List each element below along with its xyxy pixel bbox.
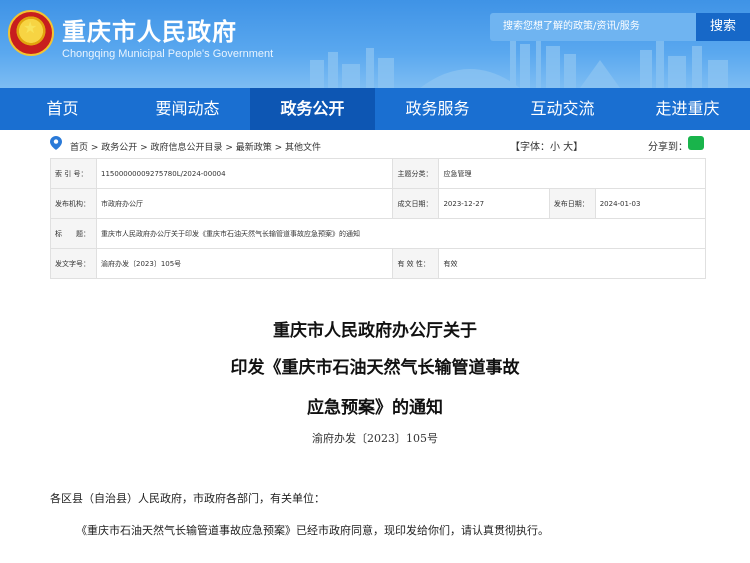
nav-about-chongqing[interactable]: 走进重庆: [625, 88, 750, 130]
validity-value: 有效: [438, 248, 706, 279]
search-input[interactable]: 搜索您想了解的政策/资讯/服务: [490, 13, 696, 41]
document-title-line-3: 应急预案》的通知: [307, 398, 443, 418]
topic-value: 应急管理: [438, 158, 706, 189]
nav-interaction[interactable]: 互动交流: [500, 88, 625, 130]
body-paragraph: 《重庆市石油天然气长输管道事故应急预案》已经市政府同意，现印发给你们，请认真贯彻…: [76, 524, 549, 537]
document-number-label: 发文字号：: [50, 248, 97, 279]
breadcrumb[interactable]: 首页 > 政务公开 > 政府信息公开目录 > 最新政策 > 其他文件: [70, 140, 321, 153]
wechat-share-icon[interactable]: [688, 136, 704, 150]
issuer-label: 发布机构：: [50, 188, 97, 219]
main-nav: 首页 要闻动态 政务公开 政务服务 互动交流 走进重庆: [0, 88, 750, 130]
site-subtitle: Chongqing Municipal People's Government: [62, 48, 274, 60]
breadcrumb-bar: 首页 > 政务公开 > 政府信息公开目录 > 最新政策 > 其他文件 【字体：小…: [50, 136, 706, 154]
title-value: 重庆市人民政府办公厅关于印发《重庆市石油天然气长输管道事故应急预案》的通知: [96, 218, 706, 249]
site-header: ★ 重庆市人民政府 Chongqing Municipal People's G…: [0, 0, 750, 88]
nav-news[interactable]: 要闻动态: [125, 88, 250, 130]
nav-home[interactable]: 首页: [0, 88, 125, 130]
published-date-value: 2024-01-03: [594, 188, 707, 219]
published-date-label: 发布日期：: [548, 188, 596, 219]
title-label: 标 题：: [50, 218, 97, 249]
created-date-value: 2023-12-27: [438, 188, 550, 219]
created-date-label: 成文日期：: [392, 188, 440, 219]
share-label: 分享到：: [648, 142, 688, 153]
document-metadata-table: 索 引 号： 11500000009275780L/2024-00004 主题分…: [50, 158, 707, 279]
location-pin-icon: [50, 136, 62, 150]
salutation: 各区县（自治县）人民政府，市政府各部门，有关单位：: [50, 492, 325, 505]
nav-government-affairs-open[interactable]: 政务公开: [250, 88, 375, 130]
validity-label: 有 效 性：: [392, 248, 440, 279]
index-value: 11500000009275780L/2024-00004: [95, 158, 394, 189]
document-number-value: 渝府办发〔2023〕105号: [95, 248, 394, 279]
site-title: 重庆市人民政府: [62, 18, 237, 46]
index-label: 索 引 号：: [50, 158, 97, 189]
document-title-line-1: 重庆市人民政府办公厅关于: [273, 321, 477, 341]
document-number: 渝府办发〔2023〕105号: [312, 432, 438, 445]
font-size-toggle[interactable]: 【字体：小 大】: [510, 138, 583, 153]
issuer-value: 市政府办公厅: [95, 188, 394, 219]
nav-services[interactable]: 政务服务: [375, 88, 500, 130]
topic-label: 主题分类：: [392, 158, 440, 189]
national-emblem-icon: ★: [8, 10, 54, 56]
document-title-line-2: 印发《重庆市石油天然气长输管道事故: [230, 358, 520, 378]
search-button[interactable]: 搜索: [696, 13, 750, 41]
